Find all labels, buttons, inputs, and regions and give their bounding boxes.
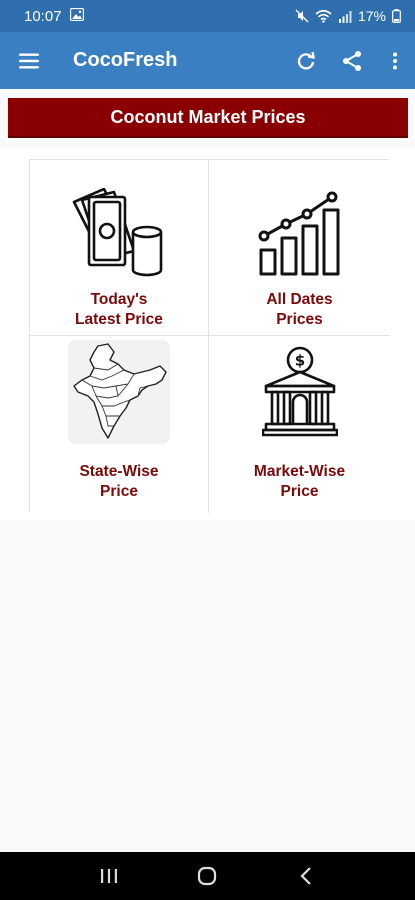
battery-icon bbox=[392, 9, 401, 23]
tile-label-line1: Today's bbox=[90, 291, 148, 308]
gallery-notification-icon bbox=[69, 7, 84, 25]
tile-label-line2: Latest Price bbox=[75, 311, 163, 328]
money-coins-icon bbox=[72, 188, 163, 277]
tile-icon-wrap bbox=[71, 166, 167, 278]
share-button[interactable] bbox=[329, 32, 375, 89]
recent-apps-button[interactable] bbox=[79, 852, 139, 900]
tile-label: All Dates Prices bbox=[225, 290, 375, 330]
share-icon bbox=[343, 50, 361, 71]
system-nav-bar bbox=[0, 852, 415, 900]
tile-label: Market-Wise Price bbox=[225, 462, 375, 502]
overflow-menu-button[interactable] bbox=[375, 32, 415, 89]
status-left: 10:07 bbox=[24, 7, 84, 25]
menu-button[interactable] bbox=[0, 32, 58, 89]
refresh-icon bbox=[297, 51, 315, 70]
tile-icon-wrap: $ bbox=[261, 336, 338, 448]
tile-label: Today's Latest Price bbox=[44, 290, 194, 330]
tile-label-line1: State-Wise bbox=[79, 463, 159, 480]
mute-icon bbox=[295, 9, 309, 23]
tile-label: State-Wise Price bbox=[44, 462, 194, 502]
hamburger-menu-icon bbox=[19, 53, 39, 68]
section-banner: Coconut Market Prices bbox=[8, 98, 408, 138]
status-bar: 10:07 17% bbox=[0, 0, 415, 32]
app-title: CocoFresh bbox=[73, 49, 178, 71]
tile-label-line2: Price bbox=[100, 483, 138, 500]
status-right: 17% bbox=[295, 8, 401, 24]
tile-icon-wrap bbox=[68, 336, 170, 448]
tile-label-line1: All Dates bbox=[266, 291, 333, 308]
tile-market-wise-price[interactable]: $ Market-Wise Price bbox=[209, 336, 390, 513]
more-vert-icon bbox=[393, 52, 397, 69]
bar-chart-icon bbox=[258, 191, 339, 276]
price-options-grid: Today's Latest Price All Dates Prices St… bbox=[29, 159, 390, 513]
tile-todays-latest-price[interactable]: Today's Latest Price bbox=[30, 160, 209, 336]
tile-icon-wrap bbox=[256, 166, 344, 278]
tile-all-dates-prices[interactable]: All Dates Prices bbox=[209, 160, 390, 336]
tile-label-line1: Market-Wise bbox=[253, 463, 346, 480]
back-button[interactable] bbox=[276, 852, 336, 900]
india-map-icon bbox=[68, 340, 170, 444]
home-icon bbox=[198, 866, 217, 886]
battery-percentage: 17% bbox=[357, 8, 386, 24]
banner-title: Coconut Market Prices bbox=[110, 106, 306, 127]
refresh-button[interactable] bbox=[283, 32, 329, 89]
wifi-icon bbox=[315, 9, 332, 23]
recent-apps-icon bbox=[101, 869, 118, 883]
bank-building-icon: $ bbox=[261, 346, 338, 437]
tile-label-line2: Prices bbox=[276, 311, 323, 328]
back-chevron-icon bbox=[300, 867, 311, 885]
app-bar: CocoFresh bbox=[0, 32, 415, 89]
tile-label-line2: Price bbox=[280, 483, 319, 500]
home-button[interactable] bbox=[177, 852, 237, 900]
svg-text:$: $ bbox=[294, 352, 304, 370]
tile-state-wise-price[interactable]: State-Wise Price bbox=[30, 336, 209, 513]
signal-icon bbox=[338, 10, 352, 23]
status-time: 10:07 bbox=[24, 7, 62, 25]
